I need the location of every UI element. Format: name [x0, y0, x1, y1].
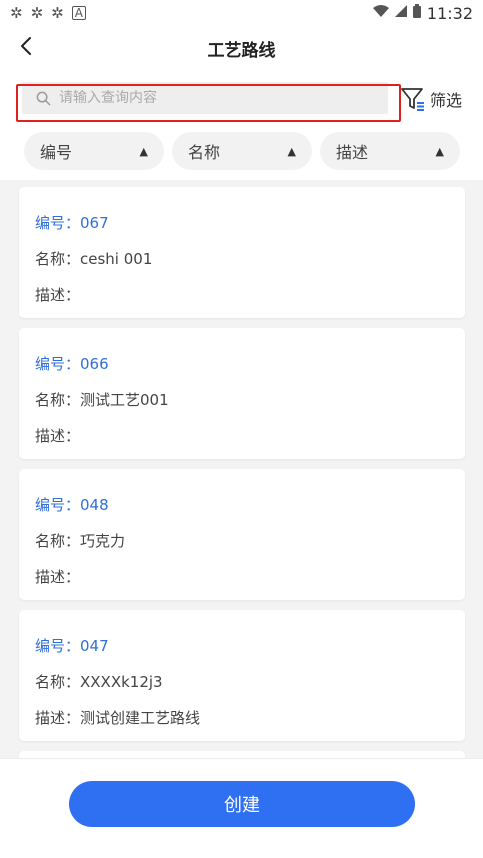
filter-icon: [401, 88, 424, 111]
filter-label: 筛选: [430, 91, 463, 110]
list-item[interactable]: 编号：048 名称：巧克力 描述：: [19, 469, 465, 600]
list-item[interactable]: 编号：066 名称：测试工艺001 描述：: [19, 328, 465, 459]
wifi-icon: [372, 5, 389, 21]
sync-icon: ✲: [10, 3, 23, 22]
item-description: 描述：: [35, 286, 81, 304]
signal-icon: [394, 5, 407, 21]
bottom-action-bar: 创建: [0, 758, 483, 858]
search-highlight-box: [16, 84, 401, 122]
list-item[interactable]: 编号：067 名称：ceshi 001 描述：: [19, 187, 465, 318]
sort-label: 描述: [336, 143, 369, 162]
triangle-up-icon: ▲: [435, 144, 444, 158]
page-title: 工艺路线: [207, 41, 276, 61]
item-name: 名称：巧克力: [35, 532, 126, 550]
sort-by-description[interactable]: 描述 ▲: [320, 132, 460, 170]
list-item-partial[interactable]: [19, 751, 465, 758]
app-icon: A: [71, 6, 86, 20]
status-bar: ✲ ✲ ✲ A 11:32: [0, 0, 483, 26]
sort-by-name[interactable]: 名称 ▲: [172, 132, 312, 170]
sync-icon: ✲: [51, 3, 64, 22]
item-code: 编号：047: [35, 637, 109, 655]
item-name: 名称：ceshi 001: [35, 250, 153, 268]
item-name: 名称：XXXXk12j3: [35, 673, 163, 691]
item-description: 描述：: [35, 568, 81, 586]
nav-bar: 工艺路线: [0, 26, 483, 66]
status-right-icons: 11:32: [372, 3, 473, 23]
sort-by-code[interactable]: 编号 ▲: [24, 132, 164, 170]
item-description: 描述：: [35, 427, 81, 445]
sort-label: 名称: [188, 143, 221, 162]
item-description: 描述：测试创建工艺路线: [35, 709, 201, 727]
item-code: 编号：066: [35, 355, 109, 373]
status-left-icons: ✲ ✲ ✲ A: [10, 3, 86, 22]
sort-label: 编号: [40, 143, 73, 162]
filter-button[interactable]: 筛选: [400, 84, 462, 114]
create-button[interactable]: 创建: [69, 781, 415, 827]
route-list[interactable]: 编号：067 名称：ceshi 001 描述： 编号：066 名称：测试工艺00…: [0, 180, 483, 758]
sync-icon: ✲: [30, 3, 44, 22]
triangle-up-icon: ▲: [139, 144, 148, 158]
triangle-up-icon: ▲: [287, 144, 296, 158]
list-item[interactable]: 编号：047 名称：XXXXk12j3 描述：测试创建工艺路线: [19, 610, 465, 741]
sort-row: 编号 ▲ 名称 ▲ 描述 ▲: [0, 132, 483, 172]
item-code: 编号：067: [35, 214, 109, 232]
status-time: 11:32: [426, 3, 473, 23]
battery-icon: [412, 4, 421, 22]
item-name: 名称：测试工艺001: [35, 391, 169, 409]
item-code: 编号：048: [35, 496, 109, 514]
search-row: 筛选: [0, 80, 483, 122]
